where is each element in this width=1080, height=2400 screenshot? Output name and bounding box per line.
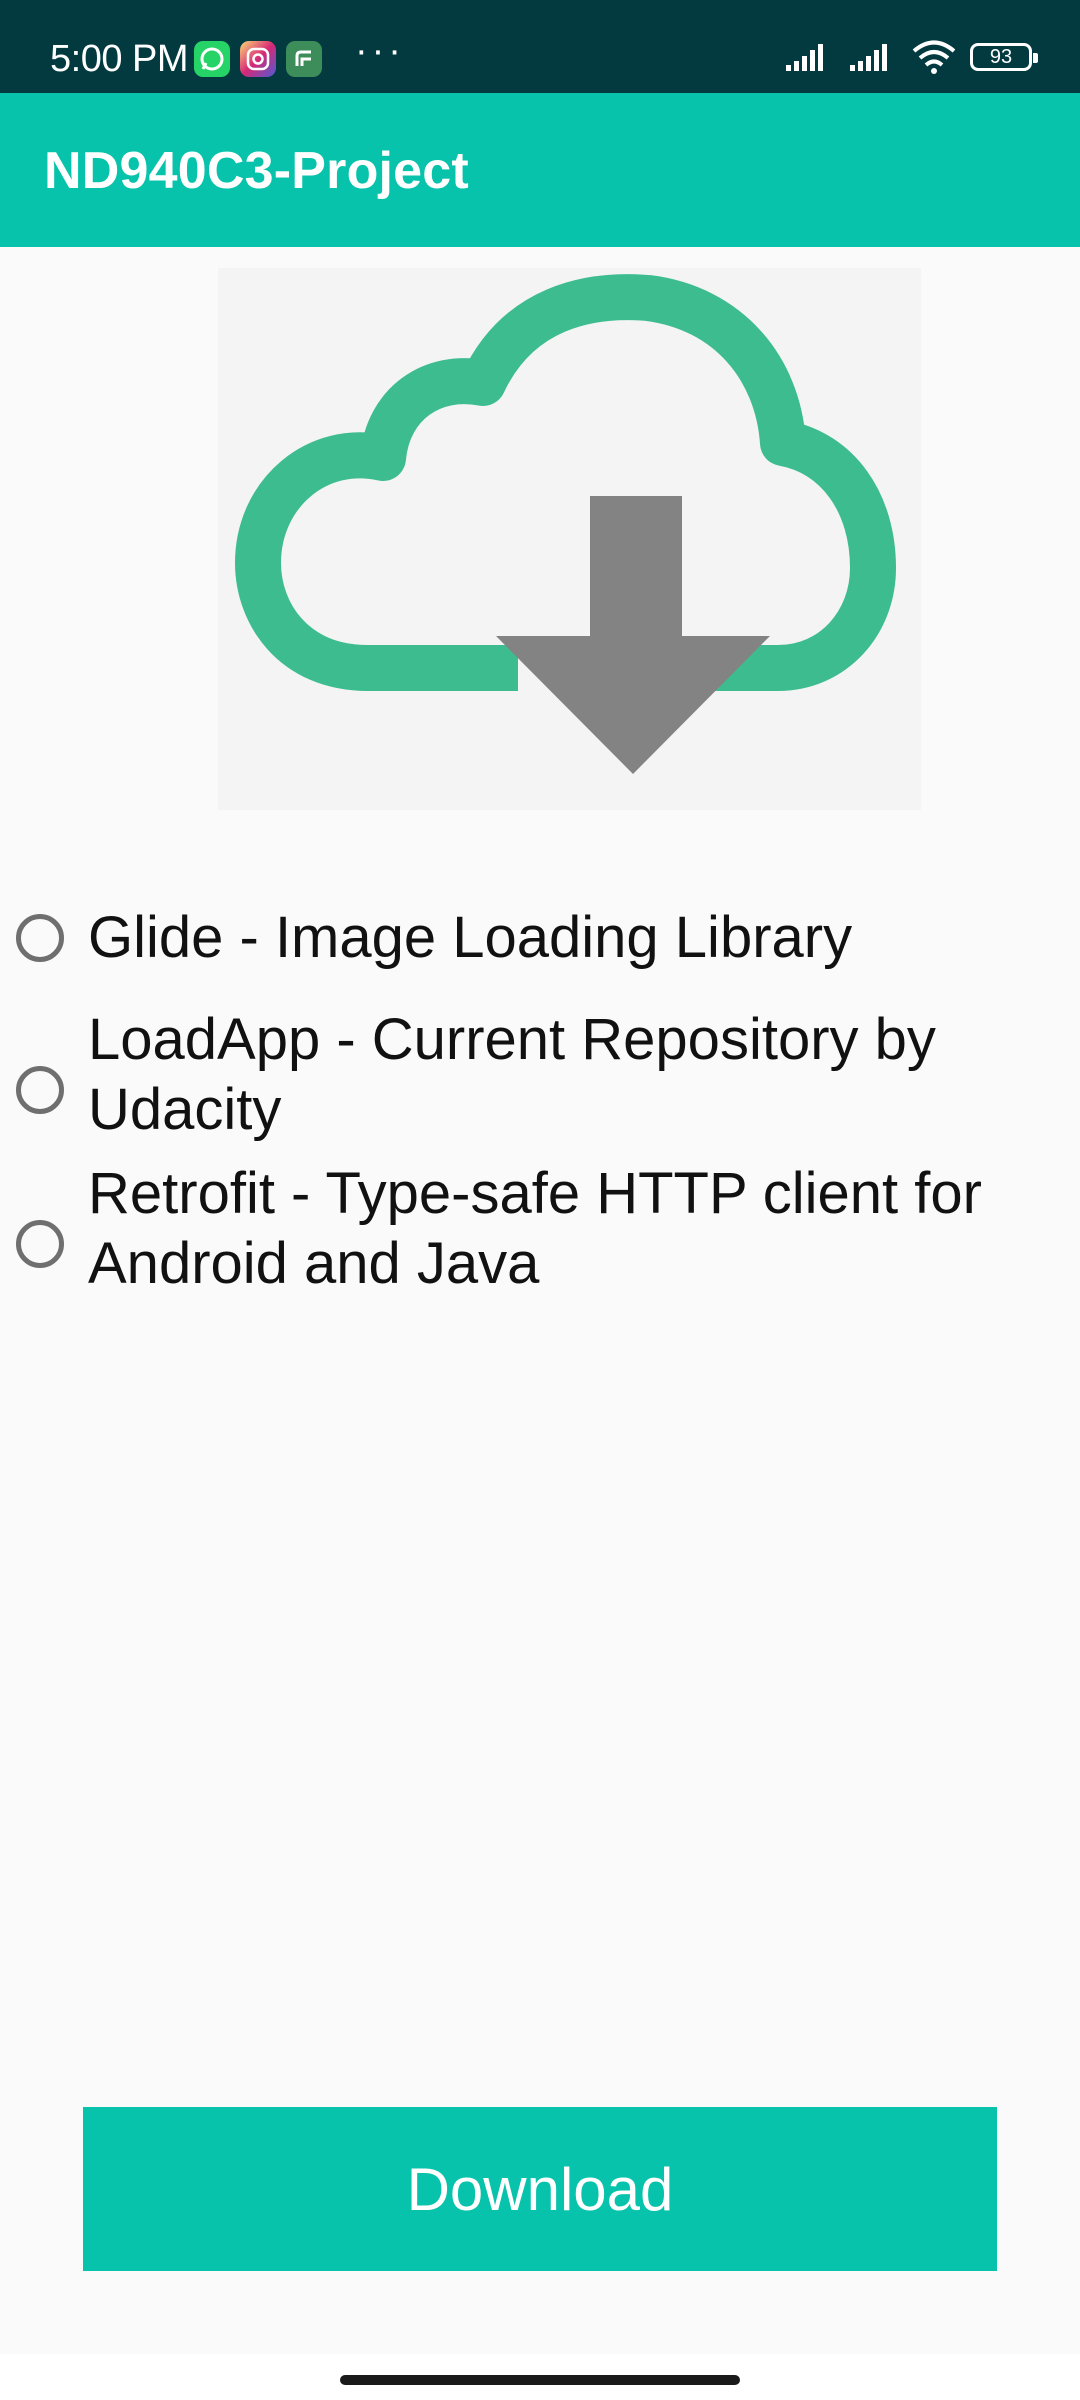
- signal-icon: [786, 44, 823, 71]
- navigation-bar: [0, 2354, 1080, 2400]
- download-button[interactable]: Download: [83, 2107, 997, 2271]
- page-title: ND940C3-Project: [44, 142, 469, 200]
- more-notifications-icon: ···: [355, 30, 405, 72]
- feeds-icon: [286, 41, 322, 77]
- home-indicator[interactable]: [340, 2375, 740, 2385]
- option-label[interactable]: LoadApp - Current Repository by Udacity: [88, 1005, 1048, 1145]
- whatsapp-icon: [194, 41, 230, 77]
- status-time: 5:00 PM: [50, 38, 189, 80]
- system-icons: 93: [784, 40, 1038, 74]
- signal-icon-2: [850, 44, 887, 71]
- radio-button[interactable]: [16, 1066, 64, 1114]
- status-bar: 5:00 PM ··· 93: [0, 0, 1080, 93]
- battery-icon: 93: [970, 43, 1038, 71]
- radio-button[interactable]: [16, 1220, 64, 1268]
- option-label[interactable]: Glide - Image Loading Library: [88, 903, 1048, 973]
- option-label[interactable]: Retrofit - Type-safe HTTP client for And…: [88, 1159, 1048, 1299]
- radio-button[interactable]: [16, 914, 64, 962]
- instagram-icon: [240, 41, 276, 77]
- cloud-download-icon: [218, 268, 921, 810]
- notification-icons: [194, 41, 322, 77]
- app-bar: ND940C3-Project: [0, 93, 1080, 247]
- wifi-icon: [912, 40, 956, 74]
